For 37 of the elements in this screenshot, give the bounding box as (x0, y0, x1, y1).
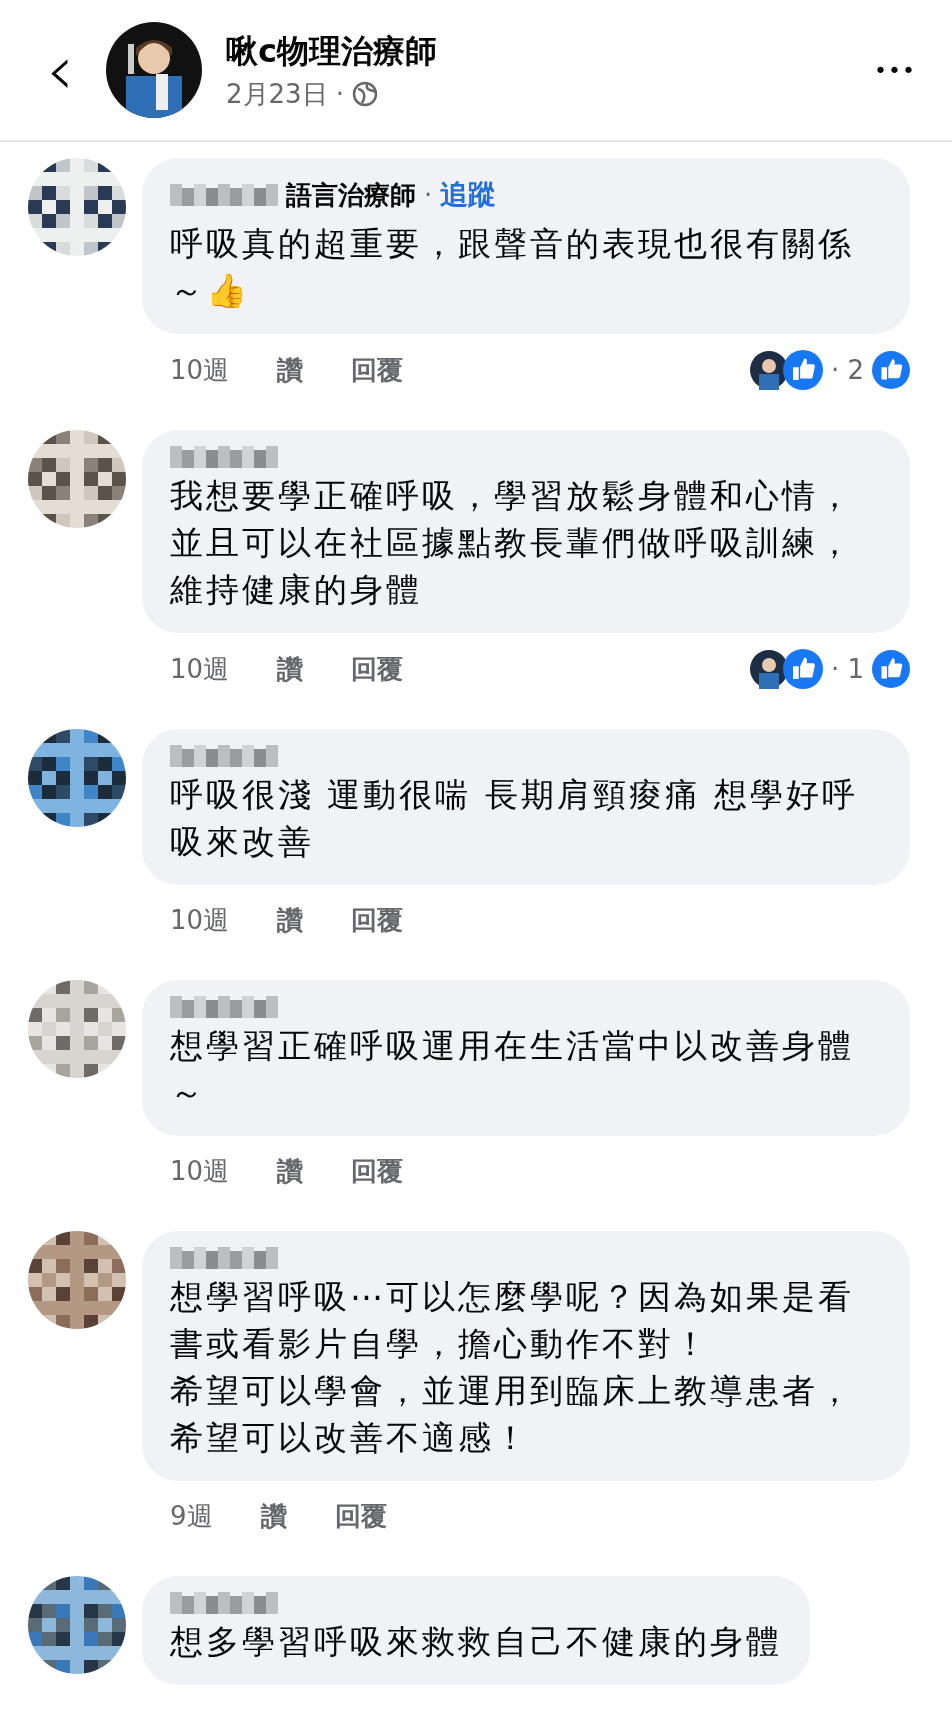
comment-time: 10週 (170, 1155, 230, 1188)
comment-text: 想多學習呼吸來救救自己不健康的身體 (170, 1621, 782, 1663)
separator-dot: · (335, 77, 344, 111)
reply-button[interactable]: 回覆 (334, 1497, 387, 1536)
reaction-count: · 1 (830, 652, 864, 686)
like-icon (782, 350, 823, 390)
like-button[interactable]: 讚 (277, 649, 304, 689)
like-icon (872, 351, 910, 389)
like-button[interactable]: 讚 (277, 901, 304, 940)
comment-time: 10週 (170, 652, 230, 686)
comment-time: 10週 (170, 353, 230, 387)
comment-text: 希望可以學會，並運用到臨床上教導患者，希望可以改善不適感！ (170, 1370, 855, 1459)
globe-icon (351, 81, 378, 107)
back-button[interactable]: ‹ (38, 35, 82, 105)
comment-text: 呼吸很淺 運動很喘 長期肩頸痠痛 想學好呼吸來改善 (170, 774, 860, 863)
reaction-count: · 2 (830, 353, 864, 387)
more-button[interactable]: ••• (868, 52, 922, 88)
comment-text: 想學習呼吸⋯可以怎麼學呢？因為如果是看書或看影片自學，擔心動作不對！ (170, 1276, 855, 1365)
separator-dot: · (424, 178, 433, 212)
reply-button[interactable]: 回覆 (351, 901, 404, 940)
page-title[interactable]: 啾c物理治療師 (226, 26, 845, 75)
like-icon (782, 649, 823, 689)
comment-text: 想學習正確呼吸運用在生活當中以改善身體～ (170, 1025, 855, 1114)
like-button[interactable]: 讚 (277, 350, 304, 390)
author-title: 語言治療師 (286, 178, 416, 212)
like-icon (872, 650, 910, 688)
reply-button[interactable]: 回覆 (351, 649, 404, 689)
comment-time: 10週 (170, 904, 230, 937)
comment-text: 我想要學正確呼吸，學習放鬆身體和心情，並且可以在社區據點教長輩們做呼吸訓練，維持健康的身體 (170, 475, 855, 611)
post-date[interactable]: 2月23日 (226, 74, 328, 114)
reply-button[interactable]: 回覆 (351, 350, 404, 390)
reply-button[interactable]: 回覆 (351, 1152, 404, 1191)
follow-link[interactable]: 追蹤 (440, 174, 497, 216)
comment-text: 呼吸真的超重要，跟聲音的表現也很有關係～👍 (170, 223, 855, 312)
like-button[interactable]: 讚 (260, 1497, 287, 1536)
like-button[interactable]: 讚 (277, 1152, 304, 1191)
comment-time: 9週 (170, 1500, 213, 1533)
